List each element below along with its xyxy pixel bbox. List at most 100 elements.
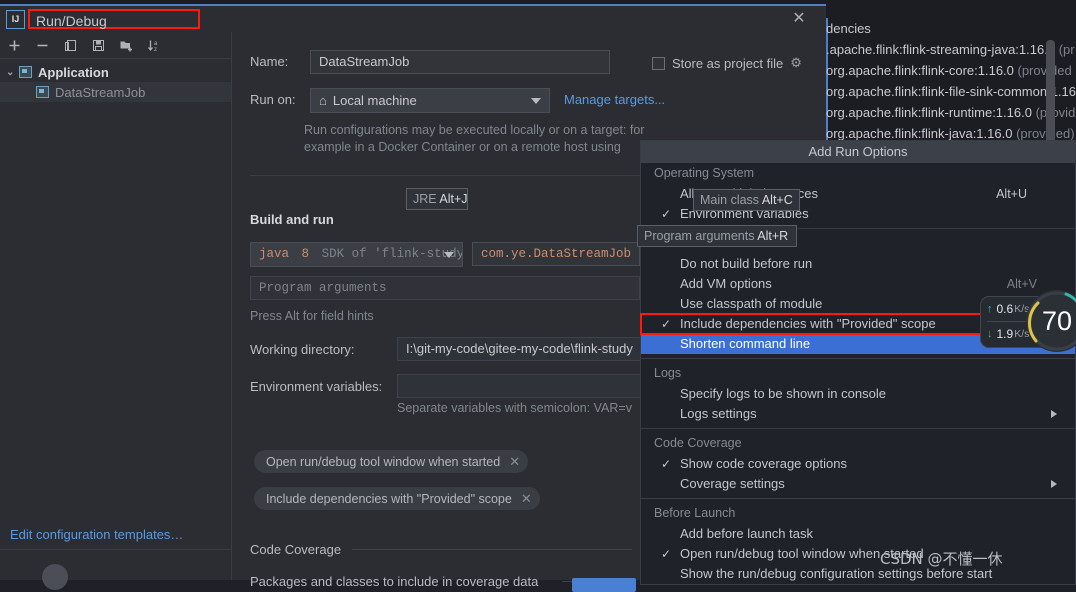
popup-item-open-run-debug-tool-window[interactable]: Open run/debug tool window when started xyxy=(641,544,1075,564)
environment-variables-row: Environment variables: xyxy=(250,379,382,394)
program-arguments-tooltip-label: Program arguments xyxy=(644,229,755,243)
popup-item-coverage-settings[interactable]: Coverage settings xyxy=(641,474,1075,494)
option-chip-label: Include dependencies with "Provided" sco… xyxy=(266,491,512,506)
popup-group-label: Code Coverage xyxy=(654,436,742,450)
program-arguments-input[interactable]: Program arguments xyxy=(250,276,640,300)
popup-item-label: Do not build before run xyxy=(680,256,813,271)
save-configuration-icon[interactable] xyxy=(90,37,107,54)
popup-group-label: Operating System xyxy=(654,166,755,180)
working-directory-input[interactable]: I:\git-my-code\gitee-my-code\flink-study xyxy=(397,337,657,361)
name-input[interactable]: DataStreamJob xyxy=(310,50,610,74)
configurations-tree: ⌄ Application DataStreamJob xyxy=(0,59,231,102)
popup-item-label: Add VM options xyxy=(680,276,772,291)
tree-item-datastreamjob[interactable]: DataStreamJob xyxy=(0,82,231,102)
application-icon xyxy=(19,66,32,78)
sdk-version-label: 8 xyxy=(301,247,310,261)
popup-group-label: Before Launch xyxy=(654,506,736,520)
dependency-scope: (provided xyxy=(1017,63,1072,78)
tree-group-application[interactable]: ⌄ Application xyxy=(0,62,231,82)
main-class-input[interactable]: com.ye.DataStreamJob xyxy=(472,242,640,266)
chevron-right-icon xyxy=(1051,480,1057,488)
chevron-right-icon xyxy=(1051,410,1057,418)
press-alt-hint: Press Alt for field hints xyxy=(250,309,374,323)
run-on-select[interactable]: ⌂ Local machine xyxy=(310,88,550,113)
name-row: Name: xyxy=(250,54,312,69)
environment-variables-input[interactable] xyxy=(397,374,657,398)
remove-configuration-icon[interactable] xyxy=(34,37,51,54)
download-arrow-icon: ↓ xyxy=(987,328,993,340)
popup-item-show-code-coverage-options[interactable]: Show code coverage options xyxy=(641,454,1075,474)
popup-item-do-not-build-before-run[interactable]: Do not build before run xyxy=(641,254,1075,274)
option-chip[interactable]: Include dependencies with "Provided" sco… xyxy=(254,487,540,510)
program-arguments-tooltip-shortcut: Alt+R xyxy=(757,229,789,243)
manage-targets-link[interactable]: Manage targets... xyxy=(564,92,665,107)
option-chip-label: Open run/debug tool window when started xyxy=(266,454,501,469)
packages-classes-heading: Packages and classes to include in cover… xyxy=(250,574,539,589)
jre-select[interactable]: java 8 SDK of 'flink-study xyxy=(250,242,463,267)
tree-item-label: DataStreamJob xyxy=(55,84,146,100)
dialog-titlebar: IJ Run/Debug Configurations ✕ xyxy=(0,6,826,49)
configuration-icon xyxy=(36,86,49,98)
close-icon[interactable]: ✕ xyxy=(509,454,520,470)
dependency-row: org.apache.flink:flink-core:1.16.0 (prov… xyxy=(826,60,1076,81)
close-icon[interactable]: ✕ xyxy=(790,10,808,28)
download-speed-value: 1.9 xyxy=(996,327,1014,341)
add-configuration-icon[interactable] xyxy=(6,37,23,54)
tree-group-label: Application xyxy=(38,64,109,80)
dependency-row: dencies xyxy=(826,18,1076,39)
maven-dependency-list: dencies .apache.flink:flink-streaming-ja… xyxy=(826,18,1076,144)
dependency-text: org.apache.flink:flink-core:1.16.0 xyxy=(826,63,1018,78)
jre-tooltip-shortcut: Alt+J xyxy=(439,192,468,206)
popup-item-add-vm-options[interactable]: Add VM options Alt+V xyxy=(641,274,1075,294)
dependency-text: org.apache.flink:flink-file-sink-common:… xyxy=(826,84,1076,99)
popup-item-logs-settings[interactable]: Logs settings xyxy=(641,404,1075,424)
main-class-tooltip-label: Main class xyxy=(700,193,760,207)
store-as-project-file-label: Store as project file xyxy=(672,55,784,71)
main-class-tooltip-shortcut: Alt+C xyxy=(761,193,793,207)
edit-configuration-templates-link[interactable]: Edit configuration templates… xyxy=(10,527,183,542)
working-directory-row: Working directory: xyxy=(250,342,355,357)
popup-item-include-provided-dependencies[interactable]: Include dependencies with "Provided" sco… xyxy=(640,313,989,335)
store-as-project-file-checkbox[interactable] xyxy=(652,56,665,70)
sdk-description: SDK of 'flink-study xyxy=(321,247,463,261)
popup-divider xyxy=(641,498,1075,499)
dependency-text: dencies xyxy=(826,21,871,36)
sidebar-toolbar: az xyxy=(0,32,231,59)
upload-arrow-icon: ↑ xyxy=(987,303,993,315)
upload-speed-value: 0.6 xyxy=(996,302,1014,316)
popup-item-add-before-launch-task[interactable]: Add before launch task xyxy=(641,524,1075,544)
run-on-value: Local machine xyxy=(332,93,417,108)
separate-variables-hint: Separate variables with semicolon: VAR=v xyxy=(397,401,632,415)
close-icon[interactable]: ✕ xyxy=(521,491,532,507)
popup-item-show-settings-before-start[interactable]: Show the run/debug configuration setting… xyxy=(641,564,1075,584)
run-on-label: Run on: xyxy=(250,92,296,107)
option-chip[interactable]: Open run/debug tool window when started ✕ xyxy=(254,450,529,473)
popup-divider xyxy=(641,428,1075,429)
popup-item-specify-logs[interactable]: Specify logs to be shown in console xyxy=(641,384,1075,404)
popup-divider xyxy=(641,358,1075,359)
folder-add-icon[interactable] xyxy=(118,37,135,54)
environment-variables-label: Environment variables: xyxy=(250,379,383,394)
dependency-text: .apache.flink:flink-streaming-java:1.16.… xyxy=(826,42,1059,57)
avatar xyxy=(42,564,68,590)
sdk-java-label: java xyxy=(259,247,290,261)
chevron-down-icon: ⌄ xyxy=(6,66,15,78)
ok-button[interactable] xyxy=(572,578,636,592)
cpu-gauge-widget[interactable]: 70 xyxy=(1026,290,1076,352)
dependency-row: org.apache.flink:flink-file-sink-common:… xyxy=(826,81,1076,102)
popup-item-shortcut: Alt+U xyxy=(996,187,1027,201)
sort-alphabetically-icon[interactable]: az xyxy=(146,37,163,54)
gear-icon[interactable]: ⚙ xyxy=(790,55,802,71)
sidebar-divider xyxy=(0,549,231,550)
copy-configuration-icon[interactable] xyxy=(62,37,79,54)
store-as-project-file-row[interactable]: Store as project file ⚙ xyxy=(652,55,802,71)
working-directory-label: Working directory: xyxy=(250,342,355,357)
popup-header: Add Run Options xyxy=(641,141,1075,163)
watermark: CSDN @不懂一休 xyxy=(880,550,1003,568)
popup-item-label: Specify logs to be shown in console xyxy=(680,386,886,401)
chevron-down-icon xyxy=(444,252,454,258)
popup-item-label: Logs settings xyxy=(680,406,757,421)
popup-item-label: Shorten command line xyxy=(680,336,811,351)
popup-item-label: Include dependencies with "Provided" sco… xyxy=(680,316,936,331)
dependency-row: .apache.flink:flink-streaming-java:1.16.… xyxy=(826,39,1076,60)
